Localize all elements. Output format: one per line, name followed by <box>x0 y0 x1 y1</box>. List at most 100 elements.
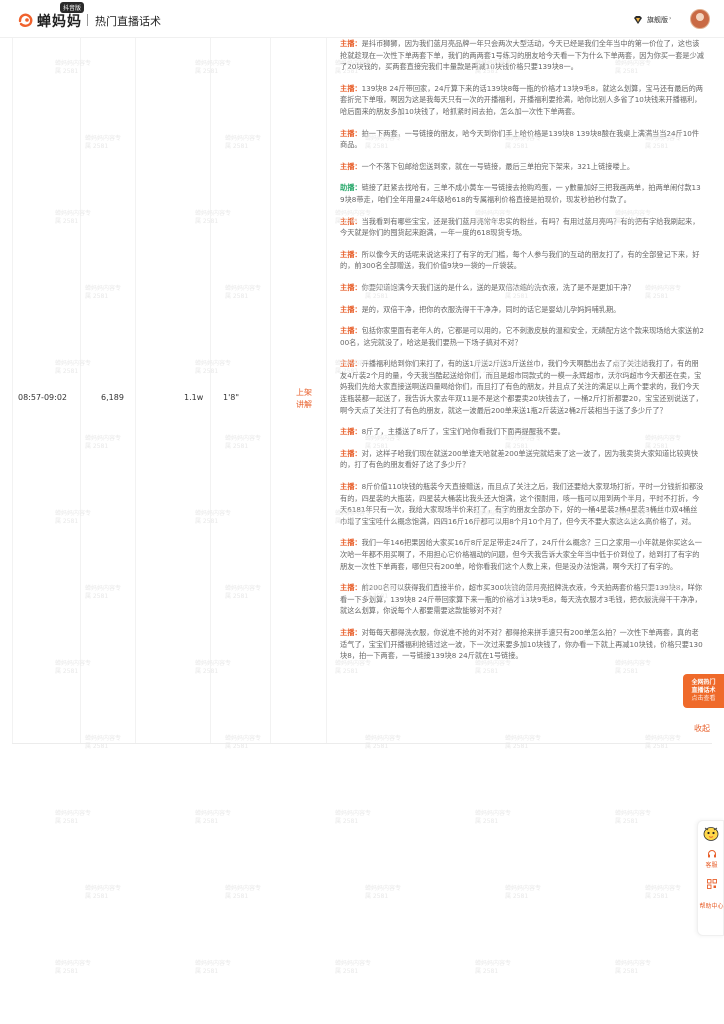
platform-badge: 抖音版 <box>60 2 85 13</box>
script-text: 一个不落下包邮给您送到家，就在一号链接，最后三单拍完下架来，321上链接喽上。 <box>361 161 635 171</box>
qrcode-icon <box>706 879 717 889</box>
script-paragraph: 助播：链接了赶紧去找哈有，三单不成小黄车一号链接去抢购鸡蛋，一 y數量加好三把我… <box>340 182 704 205</box>
host-speaker-label: 主播： <box>340 427 362 437</box>
host-speaker-label: 主播： <box>340 326 362 336</box>
script-text: 所以像今天的话呢来说这来打了有字的无门槛，每个人参与我们的互动的朋友打了，有的全… <box>340 249 700 271</box>
script-paragraph: 主播：对每每天都得洗衣服，你说准不抢的对不对？都得抢来拼手速只有200单怎么拍？… <box>340 627 704 662</box>
customer-service-button[interactable]: 客服 <box>698 849 724 869</box>
script-paragraph: 主播：139块8 24斤带回家，24斤算下来的话139块8每一瓶的价格才13块9… <box>340 83 704 118</box>
hot-scripts-promo[interactable]: 全网热门 直播话术 点击查看 <box>683 674 724 708</box>
top-header: 蝉妈妈 抖音版 热门直播话术 旗舰版 › <box>0 0 724 38</box>
mascot-icon[interactable] <box>701 822 721 842</box>
script-paragraph: 主播：你要知道饱满今天我们送的是什么，送的是双倍浓缩的洗衣液，洗了是不是更加干净… <box>340 282 704 294</box>
host-speaker-label: 主播： <box>340 583 362 593</box>
script-paragraph: 主播：我们一年146把果因给大家买16斤8斤足足带走24斤了，24斤什么概念？三… <box>340 537 704 572</box>
host-speaker-label: 主播： <box>340 83 362 93</box>
helper-speaker-label: 助播： <box>340 183 362 193</box>
script-text: 开播福利给到你们来打了，有的送1斤送2斤送3斤送丝巾，我们今天啊酷出去了点了关注… <box>340 359 703 415</box>
host-speaker-label: 主播： <box>340 448 362 458</box>
watermark-text: 蝉妈妈内容专属 2581 <box>195 960 232 975</box>
column-divider <box>12 38 13 744</box>
customer-service-label: 客服 <box>705 862 718 869</box>
watermark-text: 蝉妈妈内容专属 2581 <box>505 885 542 900</box>
column-divider <box>270 38 271 744</box>
watermark-text: 蝉妈妈内容专属 2581 <box>55 810 92 825</box>
script-text: 拍一下两套，一号链接的朋友，哈今天到你们手上哈价格是139块8 139块8酸在我… <box>340 128 700 150</box>
script-text: 我们一年146把果因给大家买16斤8斤足足带走24斤了，24斤什么概念？三口之家… <box>340 538 702 571</box>
host-speaker-label: 主播： <box>340 161 362 171</box>
script-paragraph: 主播：前200名可以获得我们直接半价，超市买300块钱的蓝月亮招牌洗衣液，今天拍… <box>340 582 704 617</box>
host-speaker-label: 主播： <box>340 39 362 48</box>
logo-text[interactable]: 蝉妈妈 <box>37 11 82 31</box>
script-paragraph: 主播：8斤了，主播送了8斤了，宝宝们哈你看我们下面再提醒我不要。 <box>340 426 704 438</box>
host-speaker-label: 主播： <box>340 482 362 492</box>
script-paragraph: 主播：是抖币狮狮，因为我们蓝月亮品牌一年只会两次大型活动，今天已经是我们全年当中… <box>340 38 704 73</box>
host-speaker-label: 主播： <box>340 304 362 314</box>
watermark-text: 蝉妈妈内容专属 2581 <box>475 810 512 825</box>
script-paragraph: 主播：当我看到有哪些宝宝，还是我们蓝月亮常年忠实的粉丝，有吗？有用过蓝月亮吗？有… <box>340 216 704 239</box>
script-paragraph: 主播：一个不落下包邮给您送到家，就在一号链接，最后三单拍完下架来，321上链接喽… <box>340 161 704 173</box>
host-speaker-label: 主播： <box>340 128 362 138</box>
watermark-text: 蝉妈妈内容专属 2581 <box>475 960 512 975</box>
diamond-badge-icon <box>634 16 642 24</box>
script-paragraph: 主播：拍一下两套，一号链接的朋友，哈今天到你们手上哈价格是139块8 139块8… <box>340 128 704 151</box>
promo-line: 全网热门 <box>691 679 716 686</box>
script-paragraph: 主播：开播福利给到你们来打了，有的送1斤送2斤送3斤送丝巾，我们今天啊酷出去了点… <box>340 358 704 416</box>
script-paragraph: 主播：是的，双倍干净，把你的衣服洗得干干净净，同时的话它是婴幼儿孕妈妈哺乳期。 <box>340 304 704 316</box>
watermark-text: 蝉妈妈内容专属 2581 <box>335 960 372 975</box>
watermark-text: 蝉妈妈内容专属 2581 <box>645 885 682 900</box>
script-text: 8斤价值110块钱的瓶装今天直接赠送，而且点了关注之后，我们还要给大家现场打折，… <box>340 482 704 526</box>
script-text: 前200名可以获得我们直接半价，超市买300块钱的蓝月亮招牌洗衣液，今天拍两套价… <box>340 583 702 616</box>
script-text: 对每每天都得洗衣服，你说准不抢的对不对？都得抢来拼手速只有200单怎么拍？一次性… <box>340 627 703 661</box>
script-paragraph: 主播：8斤价值110块钱的瓶装今天直接赠送，而且点了关注之后，我们还要给大家现场… <box>340 481 704 527</box>
header-divider <box>87 14 88 26</box>
script-text: 你要知道饱满今天我们送的是什么，送的是双倍浓缩的洗衣液，洗了是不是更加干净？ <box>361 282 635 292</box>
collapse-button[interactable]: 收起 <box>694 723 710 734</box>
host-speaker-label: 主播： <box>340 249 362 259</box>
time-range-cell: 08:57-09:02 <box>18 393 67 402</box>
column-divider <box>210 38 211 744</box>
promo-line: 直播话术 <box>691 687 716 694</box>
script-text: 当我看到有哪些宝宝，还是我们蓝月亮常年忠实的粉丝，有吗？有用过蓝月亮吗？有的把有… <box>340 216 700 238</box>
page-title: 热门直播话术 <box>95 15 161 28</box>
headset-icon <box>707 850 716 858</box>
script-text: 8斤了，主播送了8斤了，宝宝们哈你看我们下面再提醒我不要。 <box>361 427 565 437</box>
host-speaker-label: 主播： <box>340 282 362 292</box>
script-text: 是的，双倍干净，把你的衣服洗得干干净净，同时的话它是婴幼儿孕妈妈哺乳期。 <box>361 304 621 314</box>
row-divider <box>12 743 712 744</box>
chanmama-logo-icon[interactable] <box>18 12 34 28</box>
help-center-button[interactable]: 帮助中心 <box>698 903 724 911</box>
script-table: 08:57-09:02 6,189 1.1w 1'8" 上架讲解 主播：是抖币狮… <box>0 38 724 744</box>
duration-cell: 1'8" <box>223 393 240 402</box>
watermark-text: 蝉妈妈内容专属 2581 <box>335 810 372 825</box>
watermark-text: 蝉妈妈内容专属 2581 <box>85 885 122 900</box>
qrcode-button[interactable] <box>698 879 724 890</box>
watermark-text: 蝉妈妈内容专属 2581 <box>195 810 232 825</box>
column-divider <box>326 38 327 744</box>
host-speaker-label: 主播： <box>340 359 362 369</box>
column-divider <box>135 38 136 744</box>
script-text: 139块8 24斤带回家，24斤算下来的话139块8每一瓶的价格才13块9毛8，… <box>340 83 703 116</box>
avatar[interactable] <box>690 9 710 29</box>
watermark-text: 蝉妈妈内容专属 2581 <box>615 810 652 825</box>
views-cell: 6,189 <box>101 393 124 402</box>
script-text: 是抖币狮狮，因为我们蓝月亮品牌一年只会两次大型活动，今天已经是我们全年当中的第一… <box>340 39 704 72</box>
script-paragraph: 主播：所以像今天的话呢来说这来打了有字的无门槛，每个人参与我们的互动的朋友打了，… <box>340 249 704 272</box>
script-paragraph: 主播：包括你家里面有老年人的，它都是可以用的，它不刺激皮肤的温和安全，无磷配方这… <box>340 325 704 348</box>
help-center-label: 帮助中心 <box>699 903 724 910</box>
chevron-right-icon[interactable]: › <box>669 15 671 22</box>
script-text: 链接了赶紧去找哈有，三单不成小黄车一号链接去抢购鸡蛋，一 y數量加好三把我画两单… <box>340 183 701 204</box>
script-text: 包括你家里面有老年人的，它都是可以用的，它不刺激皮肤的温和安全，无磷配方这个款来… <box>340 326 704 347</box>
watermark-text: 蝉妈妈内容专属 2581 <box>615 960 652 975</box>
host-speaker-label: 主播： <box>340 216 362 226</box>
script-paragraph: 主播：对，这样子哈我们现在就送200单谁天哈就差200单送完就结束了这一波了，因… <box>340 448 704 471</box>
script-text: 对，这样子哈我们现在就送200单谁天哈就差200单送完就结束了这一波了，因为我卖… <box>340 448 699 470</box>
membership-level[interactable]: 旗舰版 <box>647 15 668 25</box>
watermark-text: 蝉妈妈内容专属 2581 <box>225 885 262 900</box>
metric-cell: 1.1w <box>184 393 204 402</box>
watermark-text: 蝉妈妈内容专属 2581 <box>55 960 92 975</box>
host-speaker-label: 主播： <box>340 627 362 637</box>
product-explain-link[interactable]: 上架讲解 <box>296 387 318 411</box>
column-divider <box>80 38 81 744</box>
watermark-text: 蝉妈妈内容专属 2581 <box>365 885 402 900</box>
